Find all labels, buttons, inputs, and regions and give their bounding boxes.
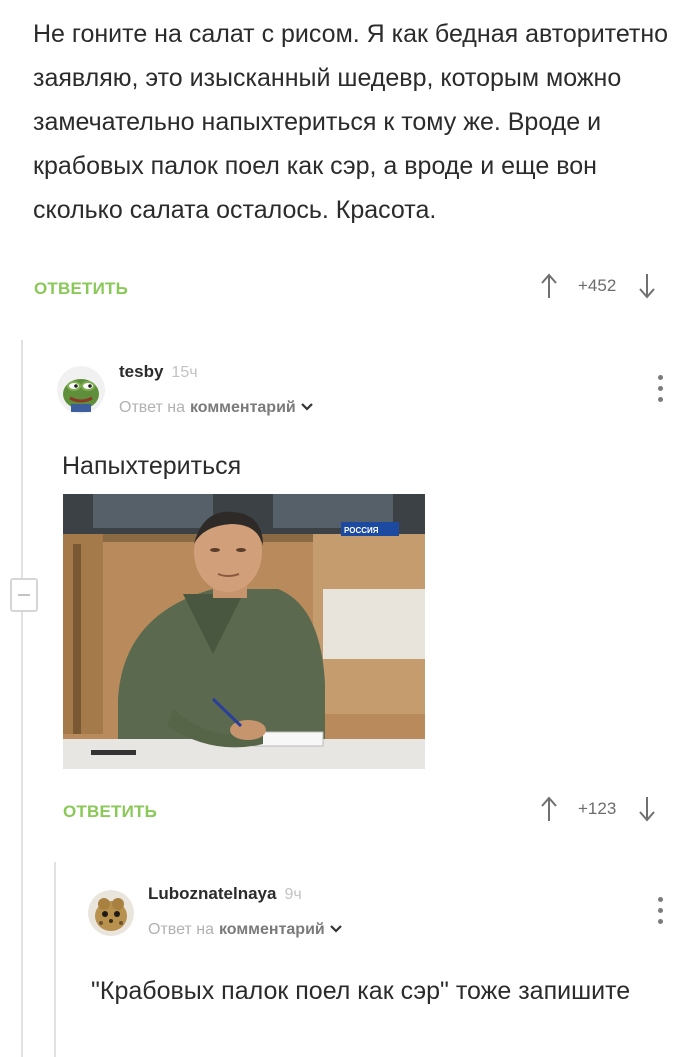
reply-to-link[interactable]: Ответ на комментарий — [148, 921, 342, 939]
arrow-down-icon[interactable] — [638, 273, 656, 299]
arrow-up-icon[interactable] — [540, 796, 558, 822]
avatar[interactable] — [88, 890, 134, 936]
reply-to-target[interactable]: комментарий — [190, 399, 296, 417]
reply-to-prefix: Ответ на — [148, 921, 214, 938]
rating-value: +123 — [578, 799, 617, 818]
thread-line-nested — [54, 862, 56, 1057]
channel-logo: РОССИЯ — [344, 526, 379, 535]
collapse-minus-icon — [18, 594, 30, 596]
username[interactable]: tesby — [119, 362, 163, 381]
top-comment-rating: +452 — [540, 273, 656, 299]
kebab-menu-icon[interactable] — [658, 375, 663, 402]
username[interactable]: Luboznatelnaya — [148, 884, 276, 903]
comment-2-header: Luboznatelnaya 9ч — [148, 884, 302, 904]
rating-value: +452 — [578, 276, 617, 295]
chevron-down-icon[interactable] — [300, 399, 313, 417]
kebab-menu-icon[interactable] — [658, 897, 663, 924]
reply-to-prefix: Ответ на — [119, 399, 185, 416]
reply-to-target[interactable]: комментарий — [219, 921, 325, 939]
comment-image[interactable]: РОССИЯ — [63, 494, 425, 769]
timestamp: 9ч — [284, 886, 302, 903]
comment-1-rating: +123 — [540, 796, 656, 822]
comment-1-reply-button[interactable]: ОТВЕТИТЬ — [63, 802, 157, 822]
timestamp: 15ч — [171, 364, 198, 381]
comment-1-text: Напыхтериться — [62, 452, 242, 480]
arrow-down-icon[interactable] — [638, 796, 656, 822]
avatar[interactable] — [57, 366, 105, 414]
top-comment-reply-button[interactable]: ОТВЕТИТЬ — [34, 279, 128, 299]
reply-to-link[interactable]: Ответ на комментарий — [119, 399, 313, 417]
top-comment-text: Не гоните на салат с рисом. Я как бедная… — [33, 20, 669, 224]
comment-1-header: tesby 15ч — [119, 362, 198, 382]
arrow-up-icon[interactable] — [540, 273, 558, 299]
thread-line — [21, 610, 23, 1057]
thread-line — [21, 340, 23, 578]
chevron-down-icon[interactable] — [329, 921, 342, 939]
collapse-thread-button[interactable] — [10, 578, 38, 612]
comment-2-text: "Крабовых палок поел как сэр" тоже запиш… — [91, 977, 631, 1005]
